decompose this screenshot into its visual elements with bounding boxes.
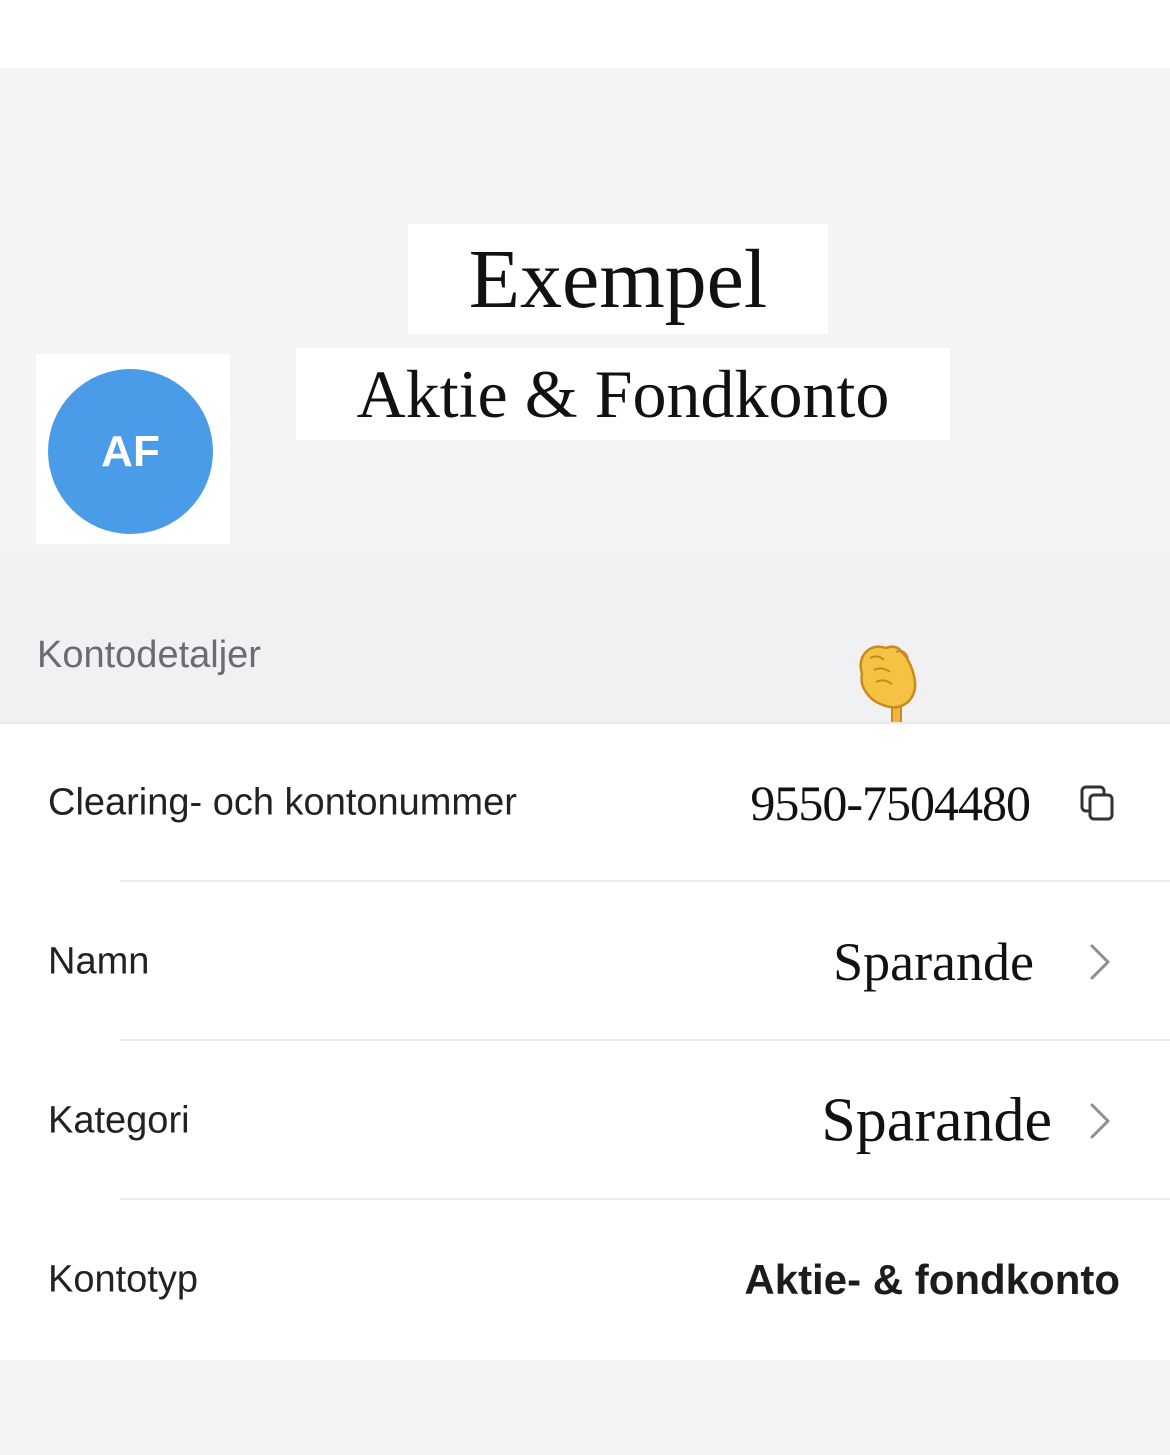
- avatar: AF: [48, 369, 213, 534]
- list-item-account-type: Kontotyp Aktie- & fondkonto: [0, 1201, 1170, 1359]
- category-value: Sparande: [821, 1086, 1052, 1155]
- top-bar: [0, 0, 1170, 68]
- category-label: Kategori: [48, 1099, 190, 1142]
- chevron-right-icon: [1090, 1103, 1110, 1139]
- list-item-category[interactable]: Kategori Sparande: [0, 1042, 1170, 1200]
- bottom-background: [0, 1360, 1170, 1455]
- row-divider: [120, 880, 1170, 882]
- chevron-right-icon: [1090, 944, 1110, 980]
- list-item-name[interactable]: Namn Sparande: [0, 883, 1170, 1041]
- overlay-subtitle: Aktie & Fondkonto: [296, 348, 950, 440]
- copy-icon[interactable]: [1078, 783, 1118, 823]
- account-type-value: Aktie- & fondkonto: [744, 1256, 1120, 1303]
- row-divider: [120, 1039, 1170, 1041]
- account-number-value: 9550-7504480: [750, 775, 1031, 831]
- row-divider: [120, 1198, 1170, 1200]
- account-number-label: Clearing- och kontonummer: [48, 781, 517, 824]
- account-type-label: Kontotyp: [48, 1258, 198, 1301]
- name-label: Namn: [48, 940, 150, 983]
- overlay-title: Exempel: [408, 224, 828, 334]
- section-title: Kontodetaljer: [37, 634, 261, 676]
- name-value: Sparande: [833, 932, 1034, 992]
- account-details-list: Clearing- och kontonummer 9550-7504480 N…: [0, 722, 1170, 1362]
- list-item-account-number[interactable]: Clearing- och kontonummer 9550-7504480: [0, 724, 1170, 882]
